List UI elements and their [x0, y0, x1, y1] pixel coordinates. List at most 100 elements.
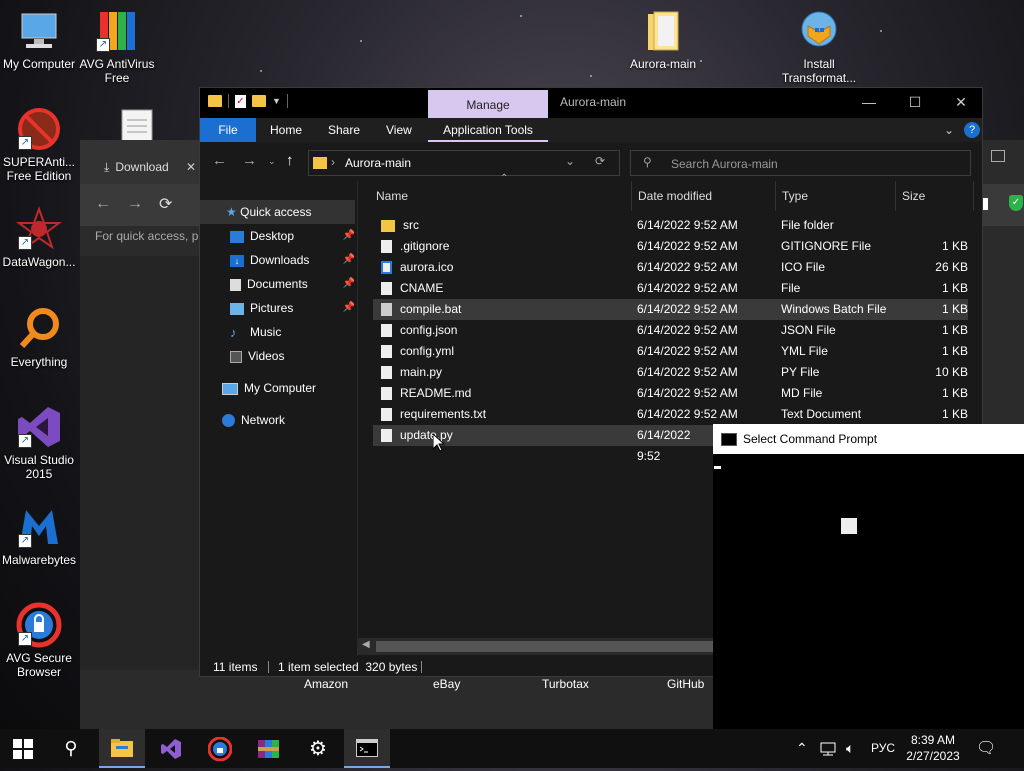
network-icon: [820, 742, 836, 756]
desktop-icon-avg-antivirus[interactable]: ↗ AVG AntiVirus Free: [78, 8, 156, 85]
file-name: CNAME: [400, 281, 444, 295]
file-icon: [381, 240, 392, 254]
clock[interactable]: 8:39 AM 2/27/2023: [902, 729, 964, 771]
forward-icon[interactable]: →: [127, 195, 143, 213]
bookmark-github[interactable]: GitHub: [667, 677, 704, 691]
maximize-button[interactable]: ☐: [892, 88, 938, 118]
desktop-icon-visual-studio[interactable]: ↗ Visual Studio 2015: [0, 404, 78, 481]
file-row[interactable]: CNAME 6/14/2022 9:52 AM File 1 KB: [373, 278, 968, 299]
column-header-type[interactable]: Type: [776, 181, 896, 211]
nav-item-desktop[interactable]: Desktop 📌: [230, 225, 355, 247]
nav-item-documents[interactable]: Documents 📌: [230, 273, 355, 295]
address-dropdown-icon[interactable]: ⌄: [565, 154, 575, 168]
taskbar-browser[interactable]: [197, 729, 243, 768]
file-row[interactable]: README.md 6/14/2022 9:52 AM MD File 1 KB: [373, 383, 968, 404]
shield-check-icon[interactable]: ✓: [1009, 195, 1023, 211]
file-date: 6/14/2022 9:52 AM: [637, 281, 738, 295]
nav-item-my-computer[interactable]: My Computer: [222, 377, 316, 399]
maximize-icon[interactable]: [991, 150, 1005, 162]
horizontal-scrollbar[interactable]: ◀: [358, 638, 714, 655]
close-icon[interactable]: ✕: [186, 160, 196, 174]
taskbar-command-prompt[interactable]: [344, 729, 390, 768]
desktop-icon-datawagon[interactable]: ↗ DataWagon...: [0, 206, 78, 269]
up-icon[interactable]: ↑: [286, 152, 294, 169]
customize-toolbar-icon[interactable]: ▼: [272, 96, 281, 106]
taskbar-file-explorer[interactable]: [99, 729, 145, 768]
new-folder-icon[interactable]: [252, 95, 266, 107]
search-button[interactable]: ⚲: [48, 729, 94, 768]
bookmark-ebay[interactable]: eBay: [433, 677, 460, 691]
pin-icon[interactable]: 📌: [343, 249, 355, 271]
pin-icon[interactable]: 📌: [343, 225, 355, 247]
file-row[interactable]: src 6/14/2022 9:52 AM File folder: [373, 215, 968, 236]
network-tray-icon[interactable]: [820, 729, 838, 768]
desktop-icon-avg-secure-browser[interactable]: ↗ AVG Secure Browser: [0, 602, 78, 679]
taskbar-visual-studio[interactable]: [148, 729, 194, 768]
file-icon: [381, 366, 392, 380]
help-icon[interactable]: ?: [964, 122, 980, 138]
column-header-size[interactable]: Size: [896, 181, 974, 211]
file-row[interactable]: main.py 6/14/2022 9:52 AM PY File 10 KB: [373, 362, 968, 383]
nav-item-videos[interactable]: Videos: [230, 345, 284, 367]
column-header-date-modified[interactable]: Date modified: [632, 181, 776, 211]
scroll-left-icon[interactable]: ◀: [362, 639, 370, 650]
search-icon: ⚲: [643, 155, 652, 169]
chevron-down-icon[interactable]: ⌄: [944, 118, 954, 142]
show-hidden-icons-icon[interactable]: ⌃: [796, 729, 808, 768]
back-icon[interactable]: ←: [95, 195, 111, 213]
desktop-icon-my-computer[interactable]: My Computer: [0, 8, 78, 71]
desktop-icon-superantispyware[interactable]: ↗ SUPERAnti... Free Edition: [0, 106, 78, 183]
file-row[interactable]: config.json 6/14/2022 9:52 AM JSON File …: [373, 320, 968, 341]
notifications-icon[interactable]: 🗨︎: [976, 729, 996, 768]
forward-icon[interactable]: →: [242, 152, 257, 169]
nav-item-pictures[interactable]: Pictures 📌: [230, 297, 355, 319]
manage-tab[interactable]: Manage: [428, 90, 548, 118]
tab-share[interactable]: Share: [328, 118, 360, 142]
folder-icon[interactable]: [208, 95, 222, 107]
refresh-icon[interactable]: ⟳: [595, 154, 605, 168]
browser-tab[interactable]: ⤓ Download ✕: [90, 160, 200, 188]
desktop-icon-install-transformation[interactable]: Install Transformat...: [780, 8, 858, 85]
command-prompt-window[interactable]: Select Command Prompt: [713, 424, 1024, 730]
nav-item-network[interactable]: Network: [222, 409, 285, 431]
address-bar[interactable]: › Aurora-main ⌄ ⟳: [308, 150, 620, 176]
tab-file[interactable]: File: [200, 118, 256, 142]
language-indicator[interactable]: РУС: [871, 729, 895, 768]
reload-icon[interactable]: ⟳: [159, 194, 172, 214]
folder-icon: [313, 157, 327, 169]
recent-locations-icon[interactable]: ⌄: [268, 156, 276, 167]
tab-application-tools[interactable]: Application Tools: [428, 118, 548, 142]
taskbar-winrar[interactable]: [246, 729, 292, 768]
taskbar-settings[interactable]: ⚙: [295, 729, 341, 768]
bookmark-amazon[interactable]: Amazon: [304, 677, 348, 691]
desktop-icon-everything[interactable]: Everything: [0, 306, 78, 369]
tab-view[interactable]: View: [386, 118, 412, 142]
shortcut-arrow-icon: ↗: [18, 236, 32, 250]
nav-item-quick-access[interactable]: ★ Quick access: [226, 201, 311, 223]
search-input[interactable]: ⚲ Search Aurora-main: [630, 150, 971, 176]
tab-home[interactable]: Home: [270, 118, 302, 142]
pin-icon[interactable]: 📌: [343, 297, 355, 319]
nav-item-downloads[interactable]: ↓ Downloads 📌: [230, 249, 355, 271]
file-row[interactable]: requirements.txt 6/14/2022 9:52 AM Text …: [373, 404, 968, 425]
minimize-button[interactable]: —: [846, 88, 892, 118]
file-row[interactable]: aurora.ico 6/14/2022 9:52 AM ICO File 26…: [373, 257, 968, 278]
file-row[interactable]: config.yml 6/14/2022 9:52 AM YML File 1 …: [373, 341, 968, 362]
volume-icon[interactable]: 🔈︎: [846, 729, 854, 768]
file-row[interactable]: .gitignore 6/14/2022 9:52 AM GITIGNORE F…: [373, 236, 968, 257]
desktop-icon-malwarebytes[interactable]: ↗ Malwarebytes: [0, 504, 78, 567]
desktop-icon-aurora-main[interactable]: Aurora-main: [624, 8, 702, 71]
close-button[interactable]: ✕: [938, 88, 984, 118]
nav-item-music[interactable]: ♪ Music: [230, 321, 281, 343]
column-header-name[interactable]: Name: [370, 181, 632, 211]
bookmark-turbotax[interactable]: Turbotax: [542, 677, 589, 691]
pin-icon[interactable]: 📌: [343, 273, 355, 295]
selection-info: 1 item selected 320 bytes: [278, 660, 418, 674]
start-button[interactable]: [0, 729, 46, 768]
file-row[interactable]: compile.bat 6/14/2022 9:52 AM Windows Ba…: [373, 299, 968, 320]
window-title: Aurora-main: [560, 95, 627, 109]
properties-icon[interactable]: ✓: [235, 94, 246, 108]
back-icon[interactable]: ←: [212, 152, 227, 169]
scrollbar-thumb[interactable]: [376, 641, 714, 652]
file-row[interactable]: update.py 6/14/2022 9:52: [373, 425, 713, 463]
